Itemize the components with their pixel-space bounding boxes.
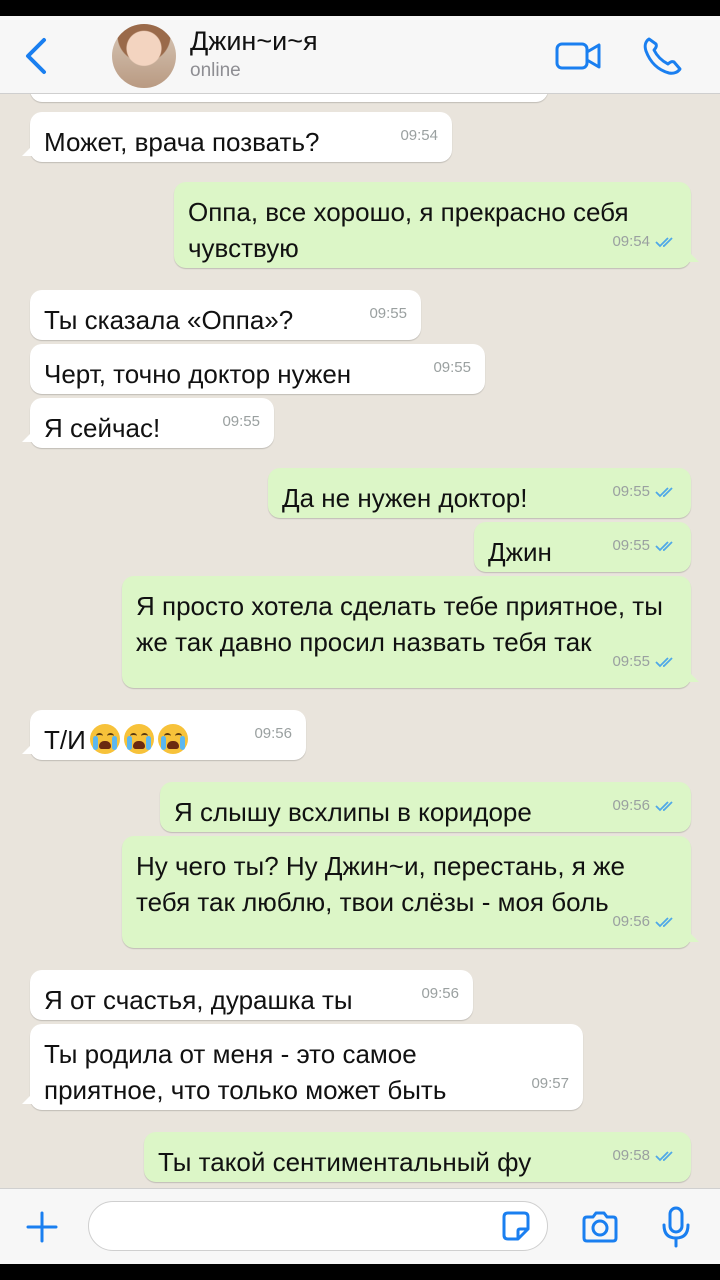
message-time-container: 09:58 bbox=[612, 1138, 677, 1174]
attach-button[interactable] bbox=[24, 1209, 60, 1245]
double-check-icon bbox=[655, 801, 673, 812]
double-check-icon bbox=[655, 1151, 673, 1162]
chevron-left-icon bbox=[26, 38, 46, 74]
message-time: 09:56 bbox=[254, 725, 292, 742]
message-bubble-outgoing[interactable]: Ты такой сентиментальный фу 09:58 bbox=[144, 1132, 691, 1182]
sticker-button[interactable] bbox=[498, 1209, 534, 1245]
message-time: 09:56 bbox=[612, 913, 650, 930]
message-bubble-cut bbox=[30, 94, 548, 102]
contact-status: online bbox=[190, 60, 241, 81]
message-time: 09:56 bbox=[421, 985, 459, 1002]
message-time: 09:55 bbox=[612, 483, 650, 500]
video-camera-icon bbox=[555, 42, 601, 70]
message-text: Я от счастья, дурашка ты bbox=[44, 985, 353, 1015]
back-button[interactable] bbox=[18, 34, 58, 78]
bubble-tail bbox=[685, 928, 699, 942]
message-time-container: 09:56 bbox=[612, 904, 677, 940]
message-bubble-incoming[interactable]: Я от счастья, дурашка ты 09:56 bbox=[30, 970, 473, 1020]
message-text: Ну чего ты? Ну Джин~и, перестань, я же т… bbox=[136, 851, 625, 917]
contact-name[interactable]: Джин~и~я bbox=[190, 26, 318, 57]
message-bubble-outgoing[interactable]: Оппа, все хорошо, я прекрасно себя чувст… bbox=[174, 182, 699, 268]
message-text: Я сейчас! bbox=[44, 413, 161, 443]
message-text: Черт, точно доктор нужен bbox=[44, 359, 352, 389]
message-bubble-incoming[interactable]: Т/И 09:56 bbox=[22, 710, 306, 760]
double-check-icon bbox=[655, 487, 673, 498]
message-time: 09:55 bbox=[612, 537, 650, 554]
camera-button[interactable] bbox=[580, 1209, 620, 1245]
message-time: 09:56 bbox=[612, 797, 650, 814]
bubble-tail bbox=[685, 248, 699, 262]
message-time-container: 09:55 bbox=[612, 474, 677, 510]
video-call-button[interactable] bbox=[554, 38, 604, 74]
message-text: Т/И bbox=[44, 725, 86, 755]
message-bubble-outgoing[interactable]: Я слышу всхлипы в коридоре 09:56 bbox=[160, 782, 691, 832]
message-text: Ты родила от меня - это самое приятное, … bbox=[44, 1039, 447, 1105]
message-bubble-incoming[interactable]: Я сейчас! 09:55 bbox=[22, 398, 274, 448]
bubble-tail bbox=[22, 740, 36, 754]
status-bar bbox=[0, 0, 720, 16]
message-time: 09:55 bbox=[433, 359, 471, 376]
message-bubble-outgoing[interactable]: Джин 09:55 bbox=[474, 522, 691, 572]
message-time: 09:54 bbox=[400, 127, 438, 144]
message-time: 09:55 bbox=[369, 305, 407, 322]
message-bubble-outgoing[interactable]: Да не нужен доктор! 09:55 bbox=[268, 468, 691, 518]
message-time-container: 09:55 bbox=[612, 528, 677, 564]
sticker-icon bbox=[502, 1211, 530, 1241]
message-time-container: 09:55 bbox=[612, 644, 677, 680]
message-time: 09:55 bbox=[612, 653, 650, 670]
home-indicator-area bbox=[0, 1264, 720, 1280]
message-text: Джин bbox=[488, 537, 552, 567]
message-time: 09:58 bbox=[612, 1147, 650, 1164]
bubble-tail bbox=[22, 1090, 36, 1104]
chat-header: Джин~и~я online bbox=[0, 16, 720, 94]
message-time-container: 09:56 bbox=[612, 788, 677, 824]
message-text: Ты такой сентиментальный фу bbox=[158, 1147, 532, 1177]
message-bubble-outgoing[interactable]: Я просто хотела сделать тебе приятное, т… bbox=[122, 576, 699, 688]
message-text: Ты сказала «Оппа»? bbox=[44, 305, 294, 335]
voice-call-button[interactable] bbox=[640, 34, 684, 78]
message-bubble-incoming[interactable]: Может, врача позвать? 09:54 bbox=[22, 112, 452, 162]
message-input[interactable] bbox=[88, 1201, 548, 1251]
double-check-icon bbox=[655, 237, 673, 248]
message-time-container: 09:54 bbox=[612, 224, 677, 260]
plus-icon bbox=[26, 1211, 58, 1243]
message-text: Оппа, все хорошо, я прекрасно себя чувст… bbox=[188, 197, 629, 263]
message-bubble-outgoing[interactable]: Ну чего ты? Ну Джин~и, перестань, я же т… bbox=[122, 836, 699, 948]
bubble-tail bbox=[685, 668, 699, 682]
message-bubble-incoming[interactable]: Черт, точно доктор нужен 09:55 bbox=[30, 344, 485, 394]
double-check-icon bbox=[655, 657, 673, 668]
phone-icon bbox=[643, 37, 682, 75]
message-bubble-incoming[interactable]: Ты родила от меня - это самое приятное, … bbox=[22, 1024, 583, 1110]
message-text: Я просто хотела сделать тебе приятное, т… bbox=[136, 591, 663, 657]
message-time: 09:54 bbox=[612, 233, 650, 250]
double-check-icon bbox=[655, 917, 673, 928]
message-list[interactable]: Может, врача позвать? 09:54 Оппа, все хо… bbox=[0, 94, 720, 1188]
microphone-button[interactable] bbox=[658, 1205, 694, 1249]
bubble-tail bbox=[22, 428, 36, 442]
message-text: Может, врача позвать? bbox=[44, 127, 320, 157]
camera-icon bbox=[582, 1211, 618, 1243]
message-time: 09:55 bbox=[222, 413, 260, 430]
avatar[interactable] bbox=[112, 24, 176, 88]
message-time: 09:57 bbox=[531, 1075, 569, 1092]
message-composer bbox=[0, 1188, 720, 1264]
crying-face-icon bbox=[89, 724, 120, 754]
message-text: Да не нужен доктор! bbox=[282, 483, 528, 513]
double-check-icon bbox=[655, 541, 673, 552]
crying-face-icon bbox=[123, 724, 154, 754]
crying-face-icon bbox=[157, 724, 188, 754]
message-text: Я слышу всхлипы в коридоре bbox=[174, 797, 532, 827]
microphone-icon bbox=[662, 1206, 690, 1248]
message-bubble-incoming[interactable]: Ты сказала «Оппа»? 09:55 bbox=[30, 290, 421, 340]
bubble-tail bbox=[22, 142, 36, 156]
